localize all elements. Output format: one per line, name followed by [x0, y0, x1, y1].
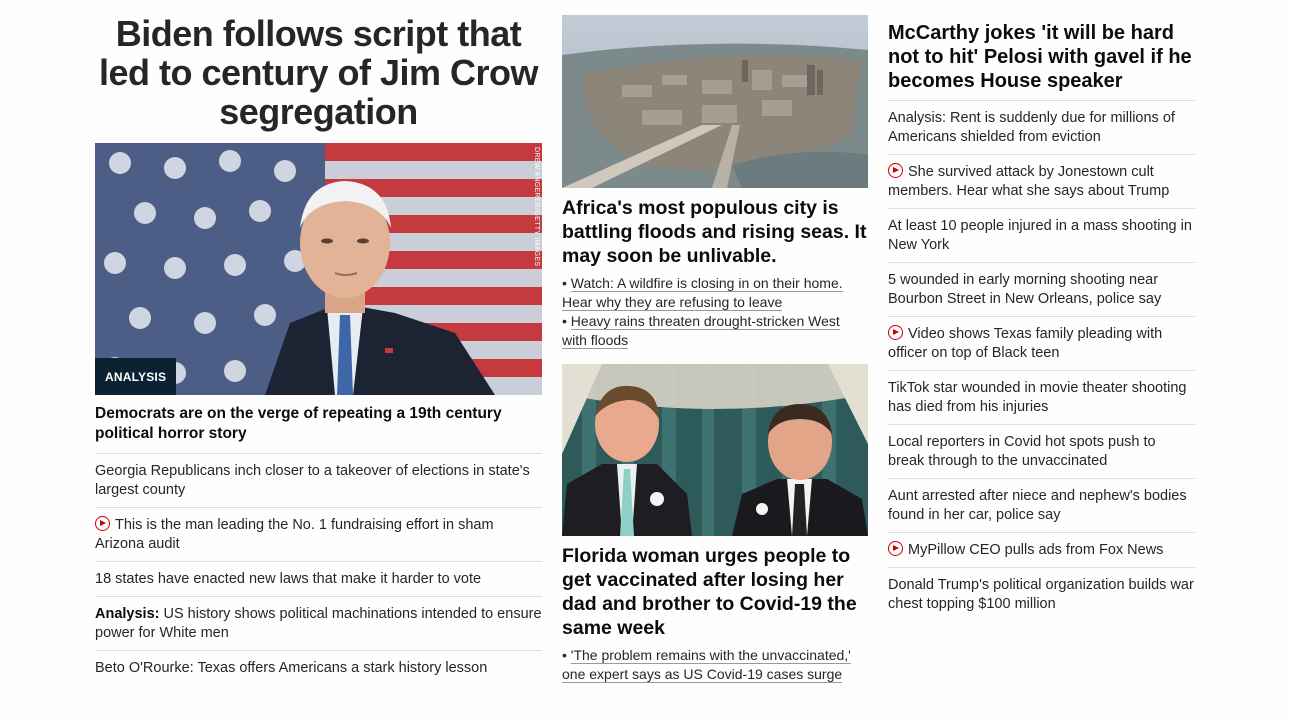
story-link[interactable]: She survived attack by Jonestown cult me…: [888, 155, 1195, 209]
headlines-list: Analysis: Rent is suddenly due for milli…: [888, 101, 1195, 621]
story-link[interactable]: Donald Trump's political organization bu…: [888, 568, 1195, 621]
story-link[interactable]: Analysis: US history shows political mac…: [95, 597, 542, 651]
related-links: • Watch: A wildfire is closing in on the…: [562, 268, 868, 350]
bullet: •: [562, 647, 567, 663]
related-link-item: • 'The problem remains with the unvaccin…: [562, 646, 868, 684]
hero-image-biden[interactable]: DREW ANGERER/GETTY IMAGES ANALYSIS: [95, 143, 542, 395]
story-link-text: 18 states have enacted new laws that mak…: [95, 571, 482, 587]
middle-column: Africa's most populous city is battling …: [562, 0, 868, 684]
story-link-text: She survived attack by Jonestown cult me…: [888, 164, 1170, 199]
story-link-text: Donald Trump's political organization bu…: [888, 577, 1194, 612]
story-link[interactable]: Analysis: Rent is suddenly due for milli…: [888, 101, 1195, 155]
story-link-text: Beto O'Rourke: Texas offers Americans a …: [95, 660, 488, 676]
unvaccinated-link[interactable]: 'The problem remains with the unvaccinat…: [562, 647, 851, 683]
photo-credit: DREW ANGERER/GETTY IMAGES: [533, 147, 540, 267]
story-link-text: TikTok star wounded in movie theater sho…: [888, 380, 1187, 415]
father-son-photo: [562, 364, 868, 536]
mccarthy-headline-link[interactable]: McCarthy jokes 'it will be hard not to h…: [888, 0, 1195, 101]
lead-column: Biden follows script that led to century…: [95, 0, 542, 685]
story-link[interactable]: Georgia Republicans inch closer to a tak…: [95, 454, 542, 508]
related-links: • 'The problem remains with the unvaccin…: [562, 640, 868, 684]
story-link-text: Video shows Texas family pleading with o…: [888, 326, 1163, 361]
story-link[interactable]: This is the man leading the No. 1 fundra…: [95, 508, 542, 562]
related-link-item: • Heavy rains threaten drought-stricken …: [562, 312, 868, 350]
lagos-aerial-photo: [562, 15, 868, 188]
africa-city-headline-link[interactable]: Africa's most populous city is battling …: [562, 188, 868, 268]
story-link-text: Analysis: Rent is suddenly due for milli…: [888, 110, 1175, 145]
story-link[interactable]: At least 10 people injured in a mass sho…: [888, 209, 1195, 263]
lagos-aerial-image[interactable]: [562, 15, 868, 188]
video-play-icon: [888, 163, 903, 178]
story-link-text: MyPillow CEO pulls ads from Fox News: [908, 542, 1164, 558]
related-link-item: • Watch: A wildfire is closing in on the…: [562, 274, 868, 312]
florida-family-image[interactable]: [562, 364, 868, 536]
video-play-icon: [888, 325, 903, 340]
bullet: •: [562, 275, 567, 291]
story-link[interactable]: Beto O'Rourke: Texas offers Americans a …: [95, 651, 542, 685]
story-link[interactable]: 5 wounded in early morning shooting near…: [888, 263, 1195, 317]
story-link[interactable]: Video shows Texas family pleading with o…: [888, 317, 1195, 371]
analysis-badge: ANALYSIS: [95, 358, 177, 395]
story-link-text: 5 wounded in early morning shooting near…: [888, 272, 1162, 307]
story-link[interactable]: Aunt arrested after niece and nephew's b…: [888, 479, 1195, 533]
story-link-text: Local reporters in Covid hot spots push …: [888, 434, 1156, 469]
story-link[interactable]: MyPillow CEO pulls ads from Fox News: [888, 533, 1195, 568]
story-link-text: Georgia Republicans inch closer to a tak…: [95, 463, 530, 498]
story-link-text: US history shows political machinations …: [95, 606, 542, 641]
analysis-prefix: Analysis:: [95, 606, 160, 622]
video-play-icon: [95, 516, 110, 531]
story-link-text: Aunt arrested after niece and nephew's b…: [888, 488, 1187, 523]
hero-headline-link[interactable]: Biden follows script that led to century…: [87, 0, 550, 131]
florida-woman-headline-link[interactable]: Florida woman urges people to get vaccin…: [562, 536, 868, 640]
story-link[interactable]: TikTok star wounded in movie theater sho…: [888, 371, 1195, 425]
wildfire-video-link[interactable]: Watch: A wildfire is closing in on their…: [562, 275, 843, 311]
story-link-text: At least 10 people injured in a mass sho…: [888, 218, 1192, 253]
story-link[interactable]: 18 states have enacted new laws that mak…: [95, 562, 542, 597]
lead-headline-link[interactable]: Democrats are on the verge of repeating …: [95, 395, 542, 454]
video-play-icon: [888, 541, 903, 556]
right-column: McCarthy jokes 'it will be hard not to h…: [888, 0, 1195, 621]
related-stories-list: Georgia Republicans inch closer to a tak…: [95, 454, 542, 685]
heavy-rains-link[interactable]: Heavy rains threaten drought-stricken We…: [562, 313, 840, 349]
story-link[interactable]: Local reporters in Covid hot spots push …: [888, 425, 1195, 479]
story-link-text: This is the man leading the No. 1 fundra…: [95, 517, 494, 552]
bullet: •: [562, 313, 567, 329]
